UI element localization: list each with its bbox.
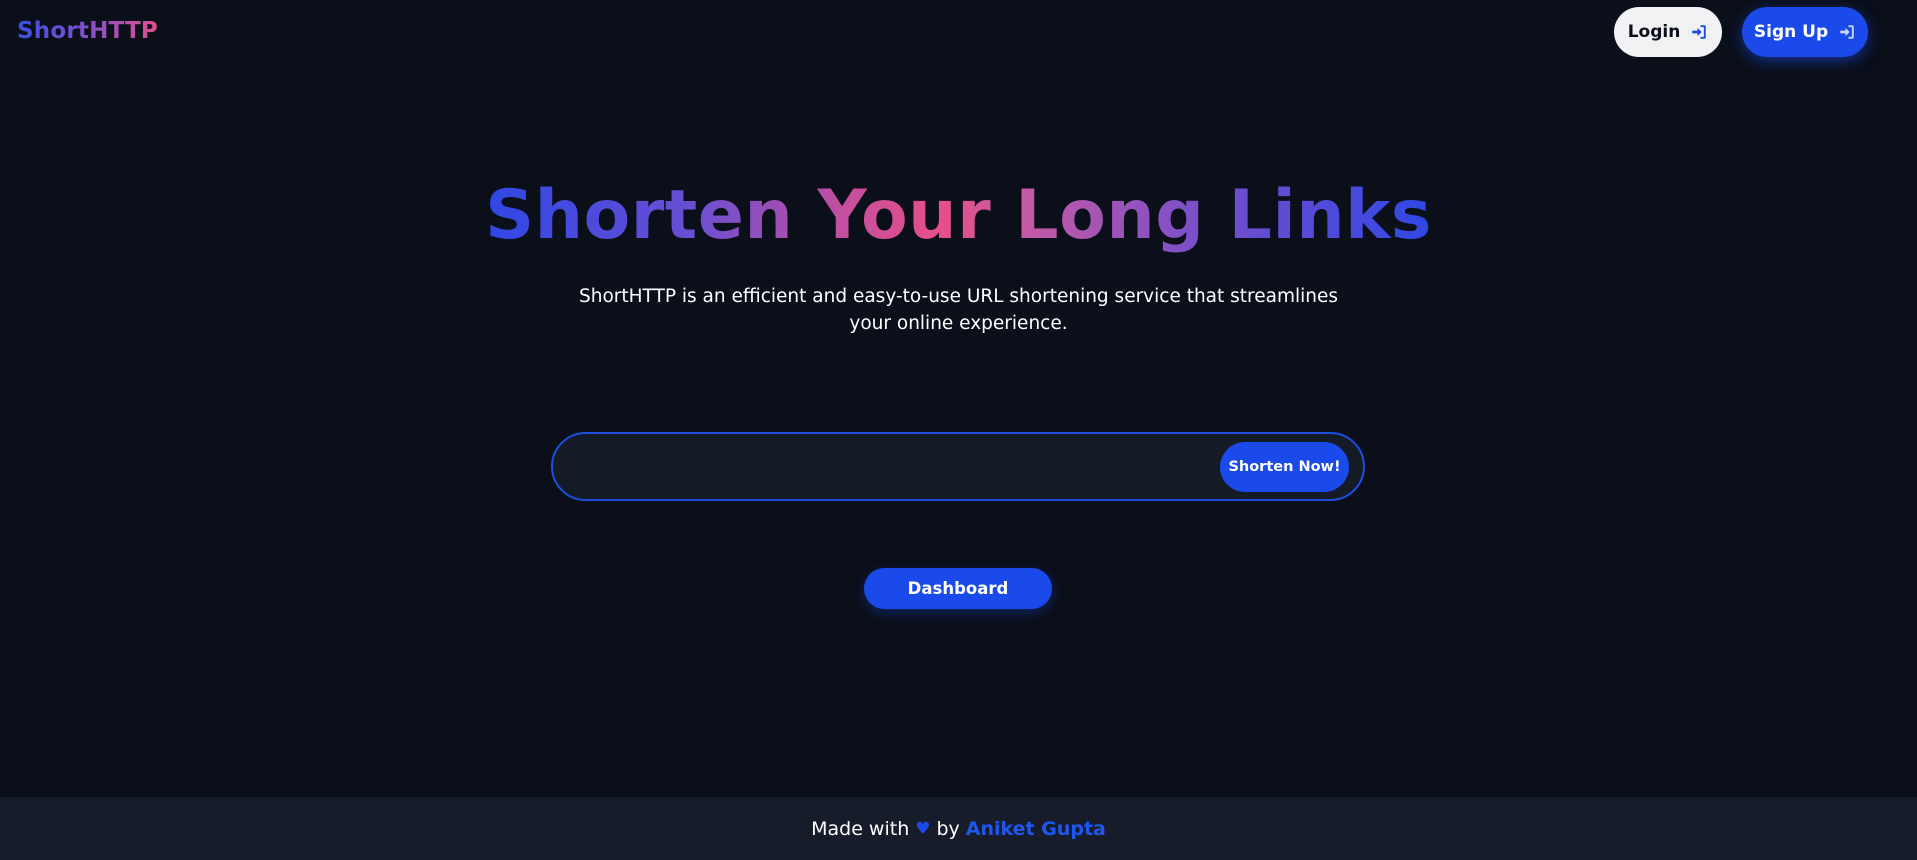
hero-title: Shorten Your Long Links (0, 172, 1917, 260)
footer: Made with ♥ by Aniket Gupta (0, 797, 1917, 860)
hero-title-text: Shorten Your Long Links (485, 176, 1432, 255)
hero-subtitle: ShortHTTP is an efficient and easy-to-us… (578, 286, 1339, 334)
url-input[interactable] (577, 446, 1201, 488)
shorten-form: Shorten Now! (551, 432, 1365, 501)
signup-label: Sign Up (1753, 22, 1829, 42)
login-label: Login (1627, 22, 1681, 42)
footer-by: by (936, 817, 960, 840)
signup-button[interactable]: Sign Up (1742, 7, 1868, 57)
brand-logo[interactable]: ShortHTTP (17, 18, 158, 44)
author-link[interactable]: Aniket Gupta (966, 818, 1106, 840)
footer-prefix: Made with (811, 817, 910, 840)
login-button[interactable]: Login (1614, 7, 1722, 57)
dashboard-button[interactable]: Dashboard (864, 568, 1052, 609)
heart-icon: ♥ (915, 818, 931, 839)
shorten-now-button[interactable]: Shorten Now! (1220, 442, 1349, 492)
sign-in-icon (1690, 23, 1708, 41)
page: ShortHTTP Login Sign Up Shorten Your Lon… (0, 0, 1917, 860)
sign-in-icon (1838, 23, 1856, 41)
